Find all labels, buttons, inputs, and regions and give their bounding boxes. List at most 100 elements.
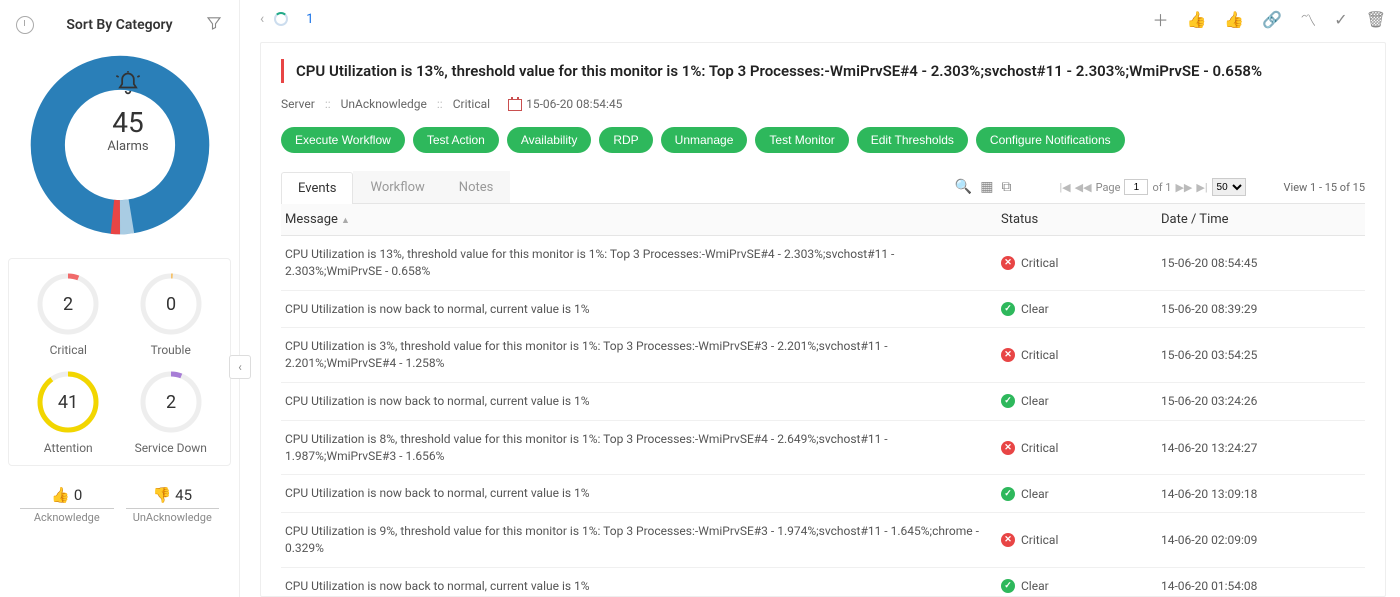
event-message: CPU Utilization is 9%, threshold value f… — [285, 523, 1001, 557]
critical-status-icon: ✕ — [1001, 533, 1015, 547]
event-status: ✕ Critical — [1001, 348, 1161, 362]
events-table-body[interactable]: CPU Utilization is 13%, threshold value … — [281, 236, 1365, 596]
col-message[interactable]: Message — [285, 212, 338, 227]
category-donuts: 2 Critical 0 Trouble 41 Attention — [8, 258, 231, 466]
action-test-monitor[interactable]: Test Monitor — [755, 127, 848, 153]
action-edit-thresholds[interactable]: Edit Thresholds — [857, 127, 968, 153]
check-icon[interactable]: ✓ — [1334, 10, 1347, 29]
pager-next-icon[interactable]: ▶▶ — [1175, 181, 1192, 194]
main-panel: ‹ 1 ＋ 👍 👍 🔗 〽 ✓ 🗑 CPU Utilization is 13%… — [240, 0, 1400, 597]
action-test-action[interactable]: Test Action — [413, 127, 499, 153]
event-date: 14-06-20 01:54:08 — [1161, 579, 1361, 593]
svg-text:0: 0 — [166, 294, 176, 315]
pager-prev-icon[interactable]: ◀◀ — [1075, 181, 1092, 194]
alarm-count: 45 — [8, 106, 248, 139]
action-unmanage[interactable]: Unmanage — [661, 127, 748, 153]
alert-timestamp: 15-06-20 08:54:45 — [526, 97, 622, 111]
link-icon[interactable]: 🔗 — [1262, 10, 1282, 29]
server-label: Server — [281, 97, 315, 111]
table-row[interactable]: CPU Utilization is 13%, threshold value … — [281, 236, 1365, 291]
event-message: CPU Utilization is 13%, threshold value … — [285, 246, 1001, 280]
category-donut-service-down[interactable]: 2 Service Down — [122, 367, 221, 455]
action-availability[interactable]: Availability — [507, 127, 591, 153]
sidebar: Sort By Category 45 Alarms 2 Critical — [0, 0, 240, 597]
breadcrumb-number[interactable]: 1 — [306, 12, 313, 27]
critical-status-icon: ✕ — [1001, 441, 1015, 455]
critical-status-icon: ✕ — [1001, 348, 1015, 362]
category-donut-trouble[interactable]: 0 Trouble — [122, 269, 221, 357]
top-bar: ‹ 1 ＋ 👍 👍 🔗 〽 ✓ 🗑 — [260, 8, 1386, 30]
action-buttons: Execute Workflow Test Action Availability R… — [281, 127, 1365, 153]
graph-icon[interactable]: 〽 — [1300, 7, 1316, 31]
table-row[interactable]: CPU Utilization is 9%, threshold value f… — [281, 513, 1365, 568]
pager-first-icon[interactable]: |◀ — [1059, 181, 1070, 194]
table-row[interactable]: CPU Utilization is 3%, threshold value f… — [281, 328, 1365, 383]
event-status: ✕ Critical — [1001, 256, 1161, 270]
pager-size-select[interactable]: 50 — [1212, 178, 1246, 196]
table-row[interactable]: CPU Utilization is 8%, threshold value f… — [281, 421, 1365, 476]
event-status: ✕ Critical — [1001, 441, 1161, 455]
event-message: CPU Utilization is now back to normal, c… — [285, 393, 1001, 410]
event-status: ✕ Critical — [1001, 533, 1161, 547]
critical-status-icon: ✕ — [1001, 256, 1015, 270]
event-message: CPU Utilization is now back to normal, c… — [285, 301, 1001, 318]
event-status: ✓ Clear — [1001, 302, 1161, 316]
event-message: CPU Utilization is now back to normal, c… — [285, 485, 1001, 502]
action-rdp[interactable]: RDP — [599, 127, 652, 153]
svg-text:2: 2 — [166, 392, 176, 413]
clear-status-icon: ✓ — [1001, 302, 1015, 316]
tab-workflow[interactable]: Workflow — [353, 171, 441, 203]
donut-center: 45 Alarms — [8, 70, 248, 154]
sort-asc-icon: ▲ — [341, 216, 350, 226]
clear-status-icon: ✓ — [1001, 579, 1015, 593]
export-icon[interactable]: ⧉ — [1001, 179, 1011, 195]
table-row[interactable]: CPU Utilization is now back to normal, c… — [281, 475, 1365, 513]
alert-meta: Server :: UnAcknowledge :: Critical 15-0… — [281, 97, 1365, 111]
event-status: ✓ Clear — [1001, 394, 1161, 408]
tabs: EventsWorkflowNotes — [281, 171, 510, 203]
table-row[interactable]: CPU Utilization is now back to normal, c… — [281, 291, 1365, 329]
event-date: 15-06-20 08:39:29 — [1161, 302, 1361, 316]
table-row[interactable]: CPU Utilization is now back to normal, c… — [281, 568, 1365, 596]
table-header: Message▲ Status Date / Time — [281, 204, 1365, 236]
table-row[interactable]: CPU Utilization is now back to normal, c… — [281, 383, 1365, 421]
thumb-down-icon: 👎 — [152, 486, 171, 504]
pager: |◀ ◀◀ Page of 1 ▶▶ ▶| 50 — [1059, 178, 1245, 196]
detail-card: CPU Utilization is 13%, threshold value … — [260, 42, 1386, 597]
severity-bar — [281, 59, 284, 83]
col-status[interactable]: Status — [1001, 212, 1161, 227]
acknowledge-count[interactable]: 👍0 Acknowledge — [14, 486, 120, 524]
filter-icon[interactable] — [205, 14, 223, 36]
event-status: ✓ Clear — [1001, 579, 1161, 593]
action-configure-notifications[interactable]: Configure Notifications — [976, 127, 1125, 153]
col-date[interactable]: Date / Time — [1161, 212, 1361, 227]
search-icon[interactable]: 🔍 — [955, 179, 972, 195]
tab-notes[interactable]: Notes — [442, 171, 511, 203]
ack-state: UnAcknowledge — [341, 97, 427, 111]
trash-icon[interactable]: 🗑 — [1366, 10, 1386, 29]
columns-icon[interactable]: ▦ — [980, 179, 993, 195]
back-icon[interactable]: ‹ — [260, 11, 264, 27]
clock-icon[interactable] — [16, 16, 34, 34]
severity-label: Critical — [453, 97, 490, 111]
thumb-up-outline-icon[interactable]: 👍 — [1187, 10, 1207, 29]
svg-text:2: 2 — [63, 294, 73, 315]
add-icon[interactable]: ＋ — [1152, 7, 1168, 31]
event-date: 14-06-20 02:09:09 — [1161, 533, 1361, 547]
svg-text:41: 41 — [58, 392, 78, 413]
pager-page-input[interactable] — [1124, 179, 1148, 195]
pager-last-icon[interactable]: ▶| — [1196, 181, 1207, 194]
event-message: CPU Utilization is 8%, threshold value f… — [285, 431, 1001, 465]
thumb-up-filled-icon[interactable]: 👍 — [1224, 10, 1244, 29]
category-donut-critical[interactable]: 2 Critical — [19, 269, 118, 357]
event-date: 15-06-20 03:24:26 — [1161, 394, 1361, 408]
clear-status-icon: ✓ — [1001, 487, 1015, 501]
action-execute-workflow[interactable]: Execute Workflow — [281, 127, 405, 153]
unacknowledge-count[interactable]: 👎45 UnAcknowledge — [120, 486, 226, 524]
event-date: 15-06-20 08:54:45 — [1161, 256, 1361, 270]
sort-title: Sort By Category — [34, 17, 205, 33]
collapse-sidebar-button[interactable]: ‹ — [229, 355, 251, 379]
alarm-label: Alarms — [8, 139, 248, 154]
tab-events[interactable]: Events — [281, 172, 353, 204]
category-donut-attention[interactable]: 41 Attention — [19, 367, 118, 455]
